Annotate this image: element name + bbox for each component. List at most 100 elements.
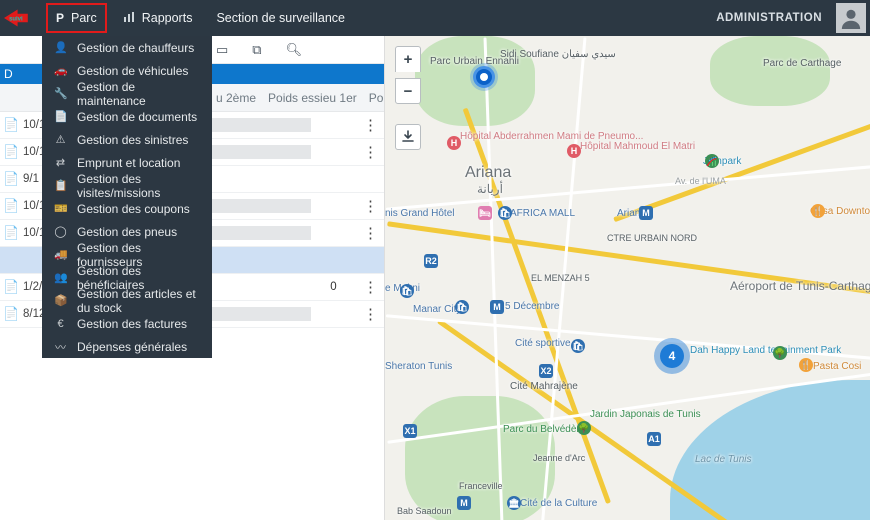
header-letter: D: [4, 67, 13, 81]
tracked-vehicle-marker[interactable]: [473, 66, 495, 88]
dropdown-item[interactable]: 🎫Gestion des coupons: [42, 197, 212, 220]
user-avatar[interactable]: [836, 3, 866, 33]
shop-marker-icon: 🛍: [400, 284, 414, 298]
row-bar: [211, 172, 311, 186]
dropdown-item-icon: ◯: [54, 225, 67, 238]
row-bar: [211, 226, 311, 240]
topbar: suivi P Parc Rapports Section de surveil…: [0, 0, 870, 36]
hospital-marker-icon: H: [447, 136, 461, 150]
col-header-3: Poids essieu 3: [369, 91, 384, 105]
map-label-ariana: Ariana: [465, 164, 511, 182]
dropdown-item[interactable]: 👤Gestion de chauffeurs: [42, 36, 212, 59]
nav-rapports[interactable]: Rapports: [111, 0, 205, 36]
nav-section-surveillance[interactable]: Section de surveillance: [204, 0, 357, 36]
dropdown-item-icon: 👥: [54, 271, 67, 284]
map-background: Parc Urbain Ennahli Ariana أريانة Sidi S…: [385, 36, 870, 520]
row-page-icon: 📄: [3, 171, 21, 187]
row-page-icon: 📄: [3, 117, 21, 133]
dropdown-item-label: Gestion des pneus: [77, 225, 177, 239]
map-label-grand-hotel: nis Grand Hôtel: [385, 208, 454, 219]
map-label-menzah5: EL MENZAH 5: [531, 273, 590, 283]
map-label-ariana-ar: أريانة: [477, 182, 503, 196]
dropdown-item-icon: 📦: [54, 294, 67, 307]
park-marker-icon: 🌳: [577, 421, 591, 435]
map-controls: + −: [395, 46, 421, 150]
row-page-icon: 📄: [3, 144, 21, 160]
bar-chart-icon: [123, 11, 135, 26]
map-download-button[interactable]: [395, 124, 421, 150]
dropdown-item-icon: 👤: [54, 41, 67, 54]
route-marker-icon: R2: [424, 254, 438, 268]
col-header-2: Poids essieu 1er: [268, 91, 357, 105]
dropdown-item-label: Gestion de documents: [77, 110, 197, 124]
row-kebab-icon[interactable]: ⋮: [356, 197, 384, 215]
row-bar: [211, 118, 311, 132]
zoom-in-button[interactable]: +: [395, 46, 421, 72]
row-page-icon: 📄: [3, 279, 21, 295]
dropdown-item-icon: 🔧: [54, 87, 67, 100]
row-page-icon: 📄: [3, 306, 21, 322]
zoom-out-button[interactable]: −: [395, 78, 421, 104]
cluster-marker[interactable]: 4: [660, 344, 684, 368]
dropdown-item[interactable]: 📄Gestion de documents: [42, 105, 212, 128]
map-label-africa-mall: AFRICA MALL: [510, 208, 575, 219]
map-label-parc-belvedere: Parc du Belvédère: [503, 424, 585, 435]
food-marker-icon: 🍴: [799, 358, 813, 372]
row-kebab-icon[interactable]: ⋮: [356, 224, 384, 242]
nav-section-label: Section de surveillance: [216, 11, 345, 25]
map-label-franceville: Franceville: [459, 481, 503, 491]
route-marker-icon: A1: [647, 432, 661, 446]
dropdown-item-icon: 〰: [54, 339, 67, 355]
map-label-cite-culture: Cité de la Culture: [520, 498, 597, 509]
row-value: 0: [311, 281, 356, 293]
map-label-cite-mahrajene: Cité Mahrajène: [510, 381, 578, 392]
map-label-jardin-jap: Jardin Japonais de Tunis: [590, 409, 701, 420]
map-label-pasta: Pasta Cosi: [813, 361, 861, 372]
dropdown-item[interactable]: 📋Gestion des visites/missions: [42, 174, 212, 197]
dropdown-item[interactable]: 🔧 Gestion de maintenance: [42, 82, 212, 105]
metro-marker-icon: M: [457, 496, 471, 510]
row-kebab-icon[interactable]: ⋮: [356, 143, 384, 161]
shop-marker-icon: 🛍: [455, 300, 469, 314]
row-page-icon: 📄: [3, 198, 21, 214]
nav-administration[interactable]: ADMINISTRATION: [702, 12, 836, 24]
map-label-aeroport: Aéroport de Tunis-Carthage: [730, 279, 870, 293]
dropdown-item-icon: 🚗: [54, 64, 67, 77]
search-icon[interactable]: 🔍︎: [286, 42, 303, 58]
row-bar: [211, 253, 311, 267]
dropdown-item[interactable]: ⚠Gestion des sinistres: [42, 128, 212, 151]
tool-page-icon[interactable]: ▭: [216, 42, 228, 58]
shop-marker-icon: 🛍: [498, 206, 512, 220]
row-kebab-icon[interactable]: ⋮: [356, 305, 384, 323]
row-bar: [211, 199, 311, 213]
food-marker-icon: 🍴: [811, 204, 825, 218]
row-page-icon: 📄: [3, 225, 21, 241]
dropdown-item[interactable]: 〰Dépenses générales: [42, 335, 212, 358]
map-label-lac-tunis: Lac de Tunis: [695, 454, 752, 465]
dropdown-item[interactable]: € Gestion des factures: [42, 312, 212, 335]
row-kebab-icon[interactable]: ⋮: [356, 116, 384, 134]
tool-copy-icon[interactable]: ⧉: [252, 42, 261, 58]
nav-parc[interactable]: P Parc: [46, 3, 107, 33]
row-bar: [211, 280, 311, 294]
dropdown-item-icon: ⇄: [54, 156, 67, 169]
hospital-marker-icon: H: [567, 144, 581, 158]
dropdown-item-icon: €: [54, 318, 67, 330]
metro-marker-icon: M: [639, 206, 653, 220]
row-kebab-icon[interactable]: ⋮: [356, 278, 384, 296]
map-label-jeanne: Jeanne d'Arc: [533, 453, 585, 463]
shop-marker-icon: 🏛: [507, 496, 521, 510]
parc-dropdown-menu: 👤Gestion de chauffeurs🚗Gestion de véhicu…: [42, 36, 212, 358]
metro-marker-icon: M: [490, 300, 504, 314]
row-bar: [211, 145, 311, 159]
dropdown-item[interactable]: 📦Gestion des articles et du stock: [42, 289, 212, 312]
park-marker-icon: 🌳: [773, 346, 787, 360]
map-label-sheraton: Sheraton Tunis: [385, 361, 452, 372]
dropdown-item-label: Gestion de maintenance: [77, 80, 200, 108]
map-panel[interactable]: Parc Urbain Ennahli Ariana أريانة Sidi S…: [385, 36, 870, 520]
dropdown-item-label: Gestion des factures: [77, 317, 187, 331]
map-label-bab-saadoun: Bab Saadoun: [397, 506, 452, 516]
shop-marker-icon: 🛍: [571, 339, 585, 353]
route-marker-icon: X2: [539, 364, 553, 378]
dropdown-item-label: Gestion des sinistres: [77, 133, 188, 147]
